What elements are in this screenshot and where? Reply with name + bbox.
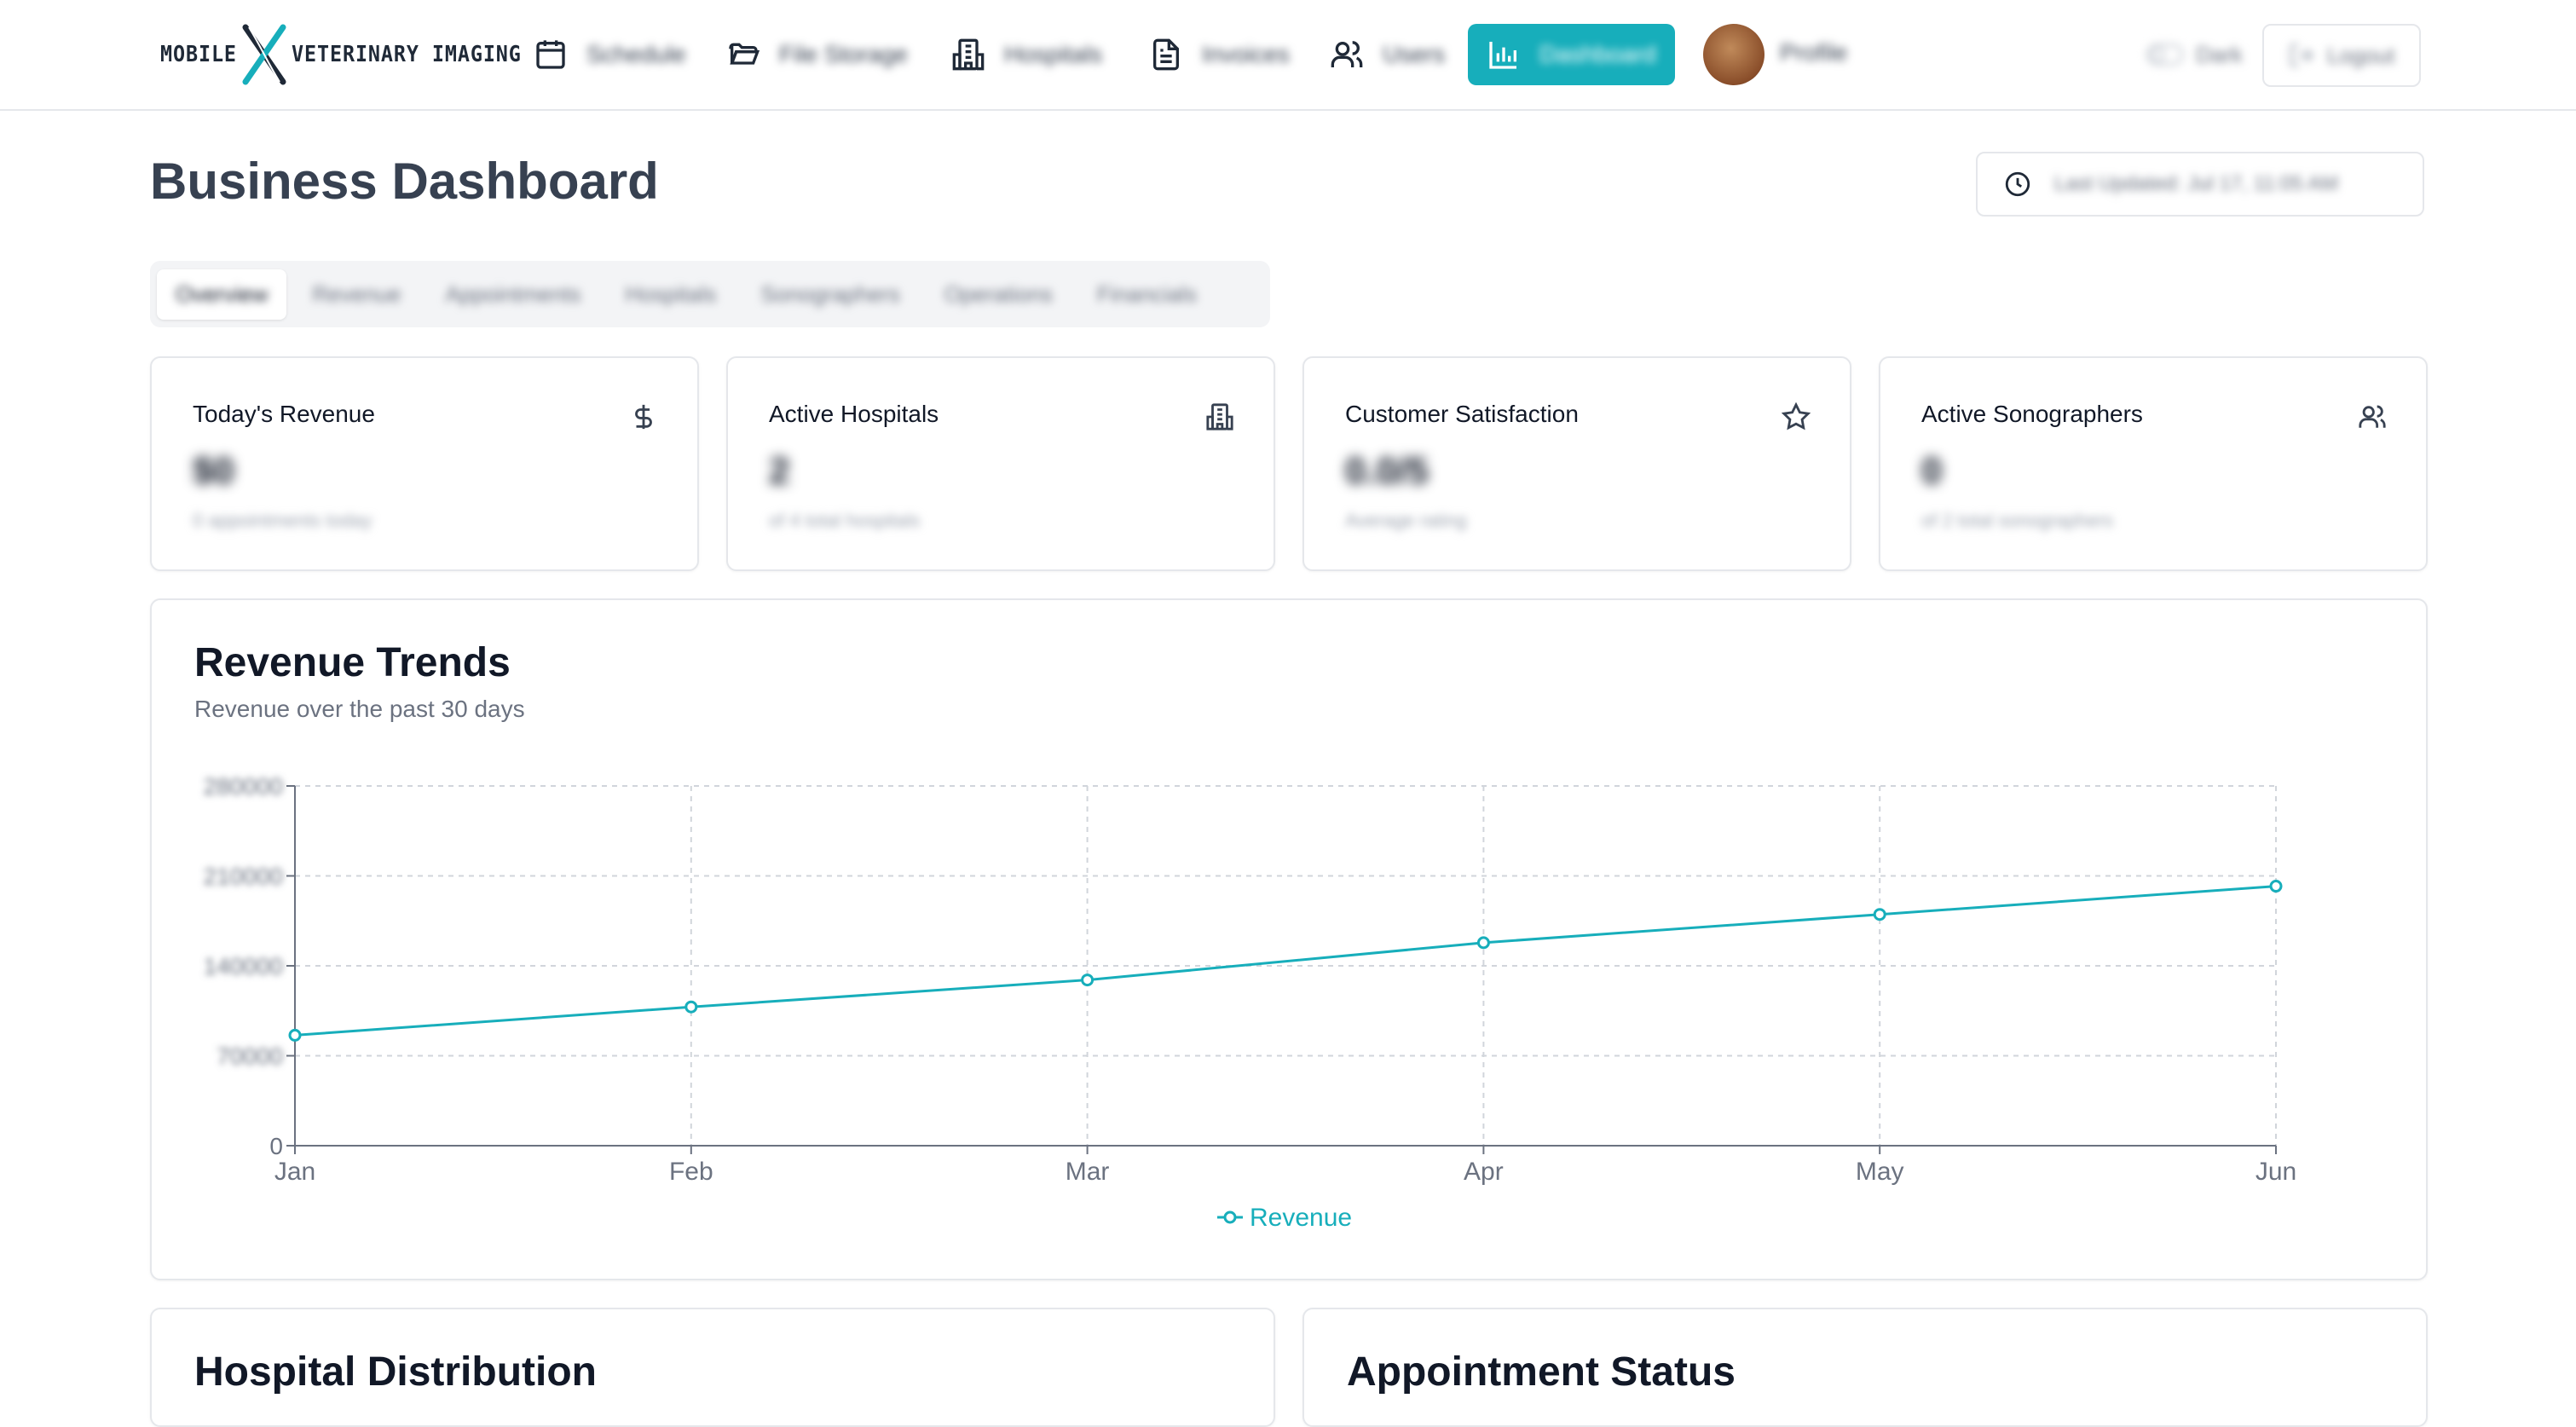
x-tick-label: Apr — [1464, 1158, 1504, 1186]
nav-label-hospitals: Hospitals — [1004, 41, 1103, 67]
stat-subtext: Average rating — [1345, 510, 1467, 531]
stat-value: 0 — [1921, 450, 1943, 492]
logout-icon — [2290, 43, 2313, 67]
y-tick-label: 280000 — [204, 773, 283, 800]
appointment-status-title: Appointment Status — [1347, 1349, 1736, 1395]
brand-x-icon — [242, 24, 286, 85]
tab-overview[interactable]: Overview — [157, 269, 287, 320]
legend-marker — [1223, 1210, 1237, 1224]
data-point — [1081, 973, 1095, 987]
stat-title: Today's Revenue — [193, 401, 375, 427]
tab-financials[interactable]: Financials — [1078, 269, 1216, 320]
stat-card-sonographers: Active Sonographers 0 of 2 total sonogra… — [1879, 356, 2428, 571]
stat-title: Active Sonographers — [1921, 401, 2143, 427]
stat-subtext: of 2 total sonographers — [1921, 510, 2114, 531]
last-updated-text: Last Updated: Jul 17, 11:05 AM — [2054, 172, 2339, 195]
tab-label: Sonographers — [760, 280, 900, 307]
tab-label: Operations — [944, 280, 1053, 307]
y-tick-label: 0 — [269, 1133, 283, 1159]
clock-icon — [2005, 171, 2030, 197]
nav-label-schedule: Schedule — [586, 41, 686, 67]
stat-value: 2 — [769, 450, 790, 492]
tab-hospitals[interactable]: Hospitals — [606, 269, 735, 320]
nav-item-invoices[interactable]: Invoices — [1149, 29, 1290, 80]
series-line-revenue — [294, 885, 2277, 1037]
y-tick-label: 210000 — [204, 864, 283, 890]
x-tick-label: Jun — [2255, 1158, 2296, 1186]
theme-label: Dark — [2196, 41, 2243, 67]
y-tick-label: 140000 — [204, 953, 283, 979]
avatar[interactable] — [1703, 24, 1765, 85]
tab-label: Hospitals — [625, 280, 717, 307]
revenue-line-chart: 0 70000 140000 210000 280000 Jan Feb Mar Apr May J… — [204, 773, 2297, 1232]
nav-item-dashboard[interactable]: Dashboard — [1468, 24, 1675, 85]
nav-label-dashboard: Dashboard — [1539, 41, 1656, 67]
tab-label: Revenue — [312, 280, 401, 307]
stat-card-hospitals: Active Hospitals 2 of 4 total hospitals — [726, 356, 1275, 571]
tab-label: Financials — [1096, 280, 1197, 307]
toggle-icon — [2146, 43, 2184, 66]
tab-operations[interactable]: Operations — [926, 269, 1071, 320]
nav-label-users: Users — [1383, 41, 1446, 67]
hospital-distribution-title: Hospital Distribution — [194, 1349, 597, 1395]
x-tick-label: Feb — [669, 1158, 713, 1186]
folder-icon — [729, 43, 760, 65]
brand-right-text: VETERINARY IMAGING — [291, 42, 522, 67]
appointment-status-card: Appointment Status — [1302, 1308, 2428, 1427]
nav-item-hospitals[interactable]: Hospitals — [951, 29, 1102, 80]
stat-subtext: 0 appointments today — [193, 510, 373, 531]
page-title: Business Dashboard — [150, 153, 659, 210]
nav-item-users[interactable]: Users — [1330, 29, 1445, 80]
brand-logo[interactable]: MOBILE VETERINARY IMAGING — [152, 24, 547, 85]
y-tick-label: 70000 — [217, 1043, 283, 1070]
data-point — [2269, 880, 2283, 893]
tab-label: Appointments — [445, 280, 581, 307]
bar-chart-icon — [1489, 42, 1516, 69]
tab-label: Overview — [176, 280, 269, 307]
revenue-chart-card: Revenue Trends Revenue over the past 30 … — [150, 598, 2428, 1280]
star-icon — [1782, 402, 1811, 430]
brand-left-text: MOBILE — [159, 42, 237, 67]
tab-revenue[interactable]: Revenue — [293, 269, 419, 320]
x-tick-label: Mar — [1066, 1158, 1110, 1186]
stat-card-satisfaction: Customer Satisfaction 0.0/5 Average rati… — [1302, 356, 1851, 571]
nav-label-invoices: Invoices — [1202, 41, 1290, 67]
dollar-icon — [635, 404, 652, 430]
logout-button[interactable]: Logout — [2262, 24, 2421, 87]
users-icon — [2359, 405, 2386, 428]
stat-subtext: of 4 total hospitals — [769, 510, 921, 531]
stat-title: Active Hospitals — [769, 401, 939, 427]
tab-appointments[interactable]: Appointments — [426, 269, 599, 320]
profile-link[interactable]: Profile — [1780, 39, 1847, 66]
hospital-distribution-card: Hospital Distribution — [150, 1308, 1275, 1427]
document-icon — [1153, 38, 1179, 71]
last-updated-box: Last Updated: Jul 17, 11:05 AM — [1976, 152, 2424, 217]
data-point — [1476, 936, 1490, 950]
stat-value: 0.0/5 — [1345, 450, 1429, 492]
data-point — [288, 1028, 302, 1042]
stat-value: $0 — [193, 450, 234, 492]
stat-card-revenue: Today's Revenue $0 0 appointments today — [150, 356, 699, 571]
tab-sonographers[interactable]: Sonographers — [742, 269, 918, 320]
users-icon — [1331, 41, 1363, 67]
nav-item-schedule[interactable]: Schedule — [534, 29, 686, 80]
data-point — [684, 1000, 698, 1014]
stat-title: Customer Satisfaction — [1345, 401, 1579, 427]
calendar-icon — [536, 40, 565, 69]
data-point — [1873, 908, 1886, 921]
top-navbar: MOBILE VETERINARY IMAGING Schedule File … — [0, 0, 2576, 111]
building-icon — [1206, 403, 1233, 430]
x-tick-label: Jan — [274, 1158, 315, 1186]
legend-label: Revenue — [1250, 1204, 1352, 1232]
x-tick-label: May — [1856, 1158, 1904, 1186]
theme-toggle[interactable]: Dark — [2146, 24, 2243, 85]
nav-label-file-storage: File Storage — [779, 41, 908, 67]
logout-label: Logout — [2327, 42, 2395, 68]
nav-item-file-storage[interactable]: File Storage — [726, 29, 908, 80]
building-icon — [952, 38, 985, 71]
dashboard-tabs: Overview Revenue Appointments Hospitals … — [150, 261, 1270, 327]
